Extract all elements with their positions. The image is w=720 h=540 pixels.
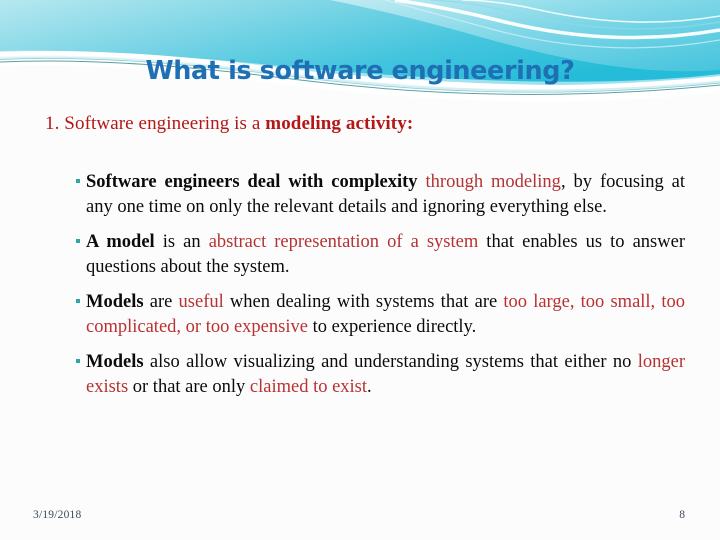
segment-normal: or that are only [128,377,250,397]
segment-red: abstract representation of a system [208,232,479,252]
segment-red: claimed to exist [249,377,368,397]
segment-normal: . [367,377,372,397]
square-bullet-icon [76,299,80,303]
subheading: 1. Software engineering is a modeling ac… [45,113,413,135]
segment-bold: A model [86,232,155,252]
segment-bold: Models [86,292,144,312]
list-item: A model is an abstract representation of… [76,230,685,280]
presentation-slide: What is software engineering? 1. Softwar… [0,0,720,540]
square-bullet-icon [76,179,80,183]
page-title: What is software engineering? [145,56,575,86]
segment-bold: Models [86,352,144,372]
segment-normal: to experience directly. [307,317,477,337]
segment-red: through modeling [425,172,561,192]
footer-page-number: 8 [679,509,685,521]
segment-normal: are [143,292,179,312]
list-item: Models are useful when dealing with syst… [76,290,685,340]
footer-date: 3/19/2018 [33,509,82,521]
segment-normal: also allow visualizing and understanding… [143,352,638,372]
segment-bold: Software engineers deal with complexity [86,172,426,192]
square-bullet-icon [76,239,80,243]
list-item: Software engineers deal with complexity … [76,170,685,220]
bullet-list: Software engineers deal with complexity … [76,170,685,400]
segment-normal: when dealing with systems that are [223,292,504,312]
subheading-prefix: 1. Software engineering is a [45,113,266,134]
list-item: Models also allow visualizing and unders… [76,350,685,400]
square-bullet-icon [76,359,80,363]
segment-normal: is an [154,232,209,252]
subheading-emphasis: modeling activity: [265,113,414,134]
segment-red: useful [178,292,224,312]
